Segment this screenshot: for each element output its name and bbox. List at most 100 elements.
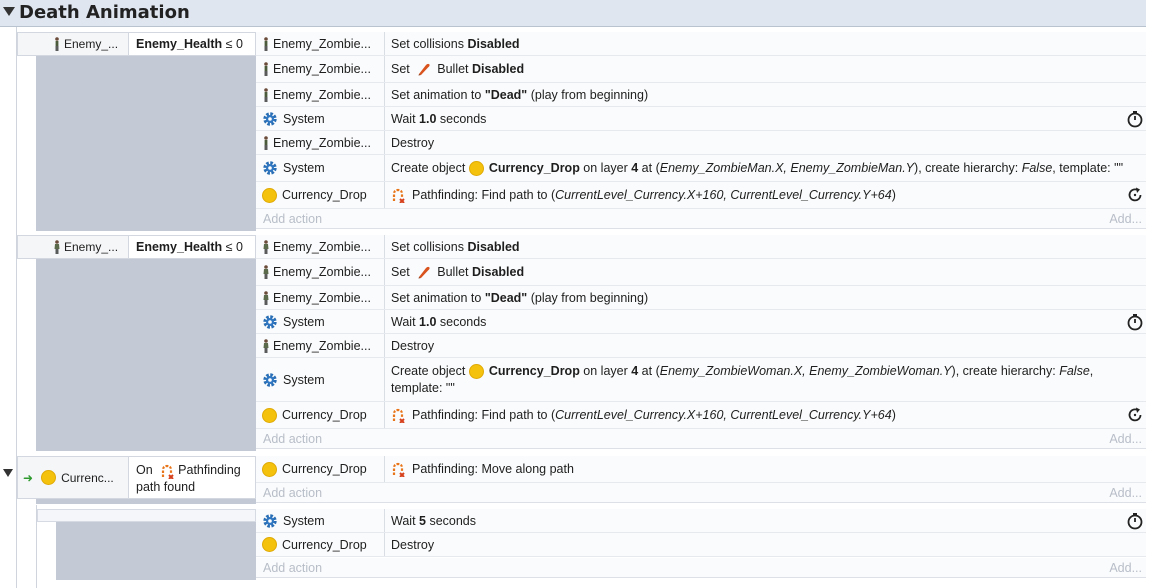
action-text[interactable]: Set animation to "Dead" (play from begin… <box>391 286 1116 309</box>
event-1-condition[interactable]: Enemy_Health ≤ 0 <box>129 32 256 56</box>
action-row[interactable]: System Create object Currency_Drop on la… <box>256 155 1146 182</box>
event-3-condition[interactable]: On Pathfinding path found <box>129 456 256 499</box>
currency-drop-icon <box>41 470 57 485</box>
sub-event-margin[interactable] <box>56 522 256 580</box>
action-text[interactable]: Wait 5 seconds <box>391 509 1116 532</box>
action-row[interactable]: Currency_Drop Pathfinding: Find path to … <box>256 402 1146 429</box>
condition-operator: ≤ 0 <box>225 37 243 51</box>
collapse-triangle-icon[interactable] <box>3 7 15 16</box>
action-text[interactable]: Set Bullet Disabled <box>391 259 1116 285</box>
add-action-link[interactable]: Add action <box>263 561 322 575</box>
zombie-woman-icon <box>263 338 269 353</box>
add-action-row[interactable]: Add action Add... <box>256 483 1146 503</box>
add-action-link[interactable]: Add action <box>263 212 322 226</box>
action-text[interactable]: Destroy <box>391 533 1116 556</box>
event-2-margin[interactable] <box>36 259 256 451</box>
group-indent-line <box>16 27 17 588</box>
currency-drop-icon <box>262 537 277 552</box>
add-action-row[interactable]: Add action Add... <box>256 429 1146 449</box>
action-object[interactable]: Enemy_Zombie... <box>256 83 385 106</box>
action-row[interactable]: Currency_Drop Pathfinding: Move along pa… <box>256 456 1146 483</box>
action-object[interactable]: System <box>256 155 385 181</box>
action-text[interactable]: Pathfinding: Find path to (CurrentLevel_… <box>391 402 1116 428</box>
action-object[interactable]: System <box>256 107 385 130</box>
add-action-short[interactable]: Add... <box>1109 212 1142 226</box>
action-object[interactable]: Currency_Drop <box>256 182 385 208</box>
action-text[interactable]: Set collisions Disabled <box>391 235 1116 258</box>
action-text[interactable]: Wait 1.0 seconds <box>391 107 1116 130</box>
currency-drop-icon <box>468 160 484 176</box>
action-row[interactable]: System Wait 5 seconds <box>256 509 1146 533</box>
action-text[interactable]: Create object Currency_Drop on layer 4 a… <box>391 358 1116 401</box>
action-text[interactable]: Destroy <box>391 334 1116 357</box>
action-object[interactable]: Enemy_Zombie... <box>256 235 385 258</box>
currency-drop-icon <box>468 363 484 379</box>
add-action-row[interactable]: Add action Add... <box>256 558 1146 578</box>
action-row[interactable]: Enemy_Zombie... Set collisions Disabled <box>256 235 1146 259</box>
zombie-man-icon <box>55 37 59 51</box>
sub-event-condition[interactable] <box>37 509 256 522</box>
action-text[interactable]: Set animation to "Dead" (play from begin… <box>391 83 1116 106</box>
action-object[interactable]: Currency_Drop <box>256 533 385 556</box>
action-text[interactable]: Pathfinding: Find path to (CurrentLevel_… <box>391 182 1116 208</box>
action-object[interactable]: Enemy_Zombie... <box>256 32 385 55</box>
action-text[interactable]: Destroy <box>391 131 1116 154</box>
event-1-margin[interactable] <box>36 56 256 231</box>
gear-icon <box>263 314 277 329</box>
zombie-man-icon <box>264 62 268 76</box>
action-text[interactable]: Create object Currency_Drop on layer 4 a… <box>391 155 1123 181</box>
event-1-condition-object[interactable]: Enemy_... <box>17 32 129 56</box>
action-row[interactable]: System Wait 1.0 seconds <box>256 310 1146 334</box>
action-row[interactable]: Currency_Drop Destroy <box>256 533 1146 557</box>
add-action-link[interactable]: Add action <box>263 486 322 500</box>
action-object[interactable]: Enemy_Zombie... <box>256 56 385 82</box>
stopwatch-icon <box>1127 110 1143 127</box>
action-row[interactable]: Enemy_Zombie... Destroy <box>256 131 1146 155</box>
action-object[interactable]: Enemy_Zombie... <box>256 286 385 309</box>
event-2-condition-object[interactable]: Enemy_... <box>17 235 129 259</box>
action-object[interactable]: Currency_Drop <box>256 402 385 428</box>
currency-drop-icon <box>262 187 277 203</box>
bullet-icon <box>418 266 430 279</box>
zombie-woman-icon <box>263 265 269 279</box>
action-row[interactable]: Enemy_Zombie... Set animation to "Dead" … <box>256 286 1146 310</box>
action-text[interactable]: Set Bullet Disabled <box>391 56 1116 82</box>
group-header[interactable]: Death Animation <box>0 0 1146 27</box>
action-object[interactable]: Currency_Drop <box>256 456 385 482</box>
expand-triangle-icon[interactable] <box>3 469 13 477</box>
loop-icon <box>1128 187 1142 202</box>
currency-drop-icon <box>262 461 277 477</box>
action-object[interactable]: System <box>256 358 385 401</box>
action-text[interactable]: Pathfinding: Move along path <box>391 456 1116 482</box>
zombie-man-icon <box>264 135 268 150</box>
action-object[interactable]: Enemy_Zombie... <box>256 334 385 357</box>
add-action-short[interactable]: Add... <box>1109 432 1142 446</box>
zombie-woman-icon <box>263 239 269 254</box>
action-object[interactable]: Enemy_Zombie... <box>256 259 385 285</box>
action-text[interactable]: Set collisions Disabled <box>391 32 1116 55</box>
action-row[interactable]: System Create object Currency_Drop on la… <box>256 358 1146 402</box>
action-row[interactable]: Currency_Drop Pathfinding: Find path to … <box>256 182 1146 209</box>
action-text[interactable]: Wait 1.0 seconds <box>391 310 1116 333</box>
action-row[interactable]: Enemy_Zombie... Set Bullet Disabled <box>256 56 1146 83</box>
add-action-short[interactable]: Add... <box>1109 486 1142 500</box>
add-action-short[interactable]: Add... <box>1109 561 1142 575</box>
condition-variable: Enemy_Health <box>136 240 223 254</box>
condition-variable: Enemy_Health <box>136 37 223 51</box>
action-object[interactable]: System <box>256 310 385 333</box>
event-2-condition[interactable]: Enemy_Health ≤ 0 <box>129 235 256 259</box>
action-row[interactable]: Enemy_Zombie... Set animation to "Dead" … <box>256 83 1146 107</box>
zombie-woman-icon <box>54 240 60 254</box>
action-row[interactable]: Enemy_Zombie... Destroy <box>256 334 1146 358</box>
stopwatch-icon <box>1127 313 1143 330</box>
action-object[interactable]: System <box>256 509 385 532</box>
action-row[interactable]: System Wait 1.0 seconds <box>256 107 1146 131</box>
condition-object-name: Currenc... <box>61 470 114 485</box>
action-row[interactable]: Enemy_Zombie... Set collisions Disabled <box>256 32 1146 56</box>
event-3-condition-object[interactable]: ➜ Currenc... <box>17 456 129 499</box>
action-object[interactable]: Enemy_Zombie... <box>256 131 385 154</box>
action-row[interactable]: Enemy_Zombie... Set Bullet Disabled <box>256 259 1146 286</box>
add-action-row[interactable]: Add action Add... <box>256 209 1146 229</box>
pathfinding-icon <box>162 464 174 479</box>
add-action-link[interactable]: Add action <box>263 432 322 446</box>
